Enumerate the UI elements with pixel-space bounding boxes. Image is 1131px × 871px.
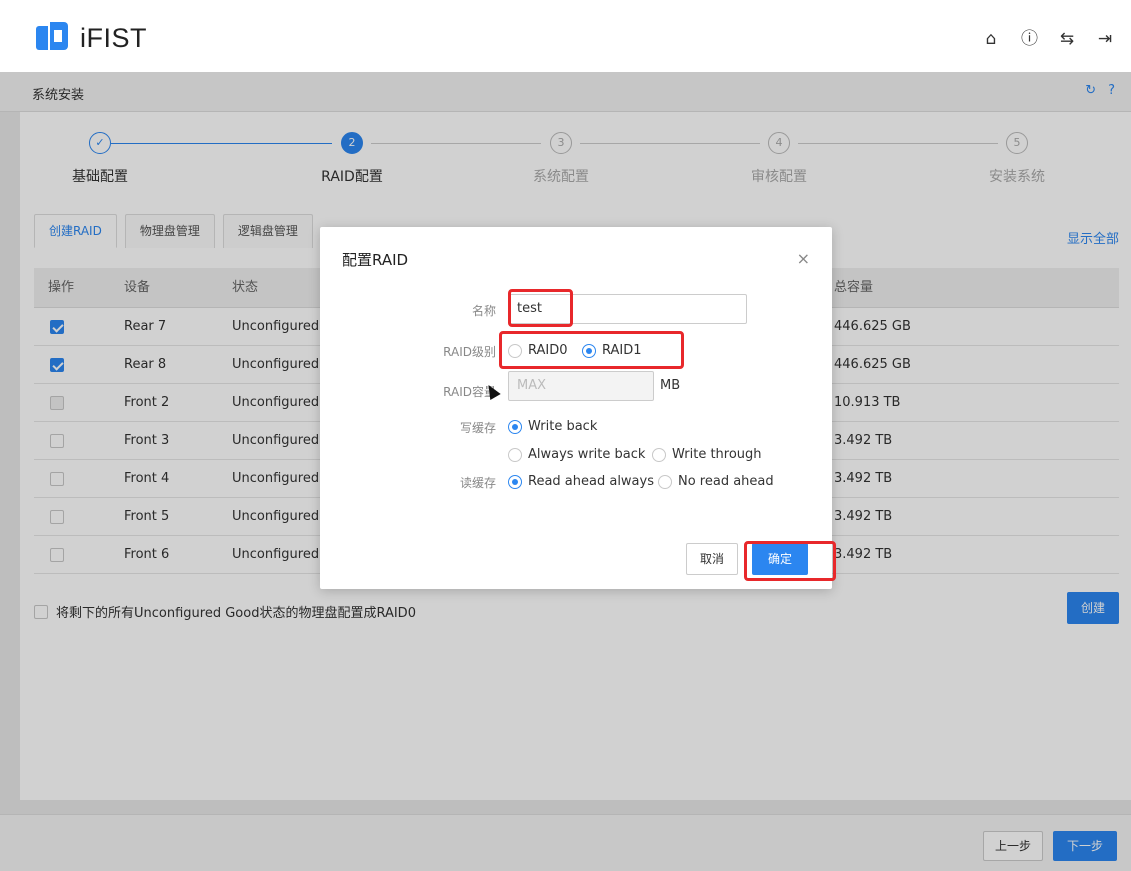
logout-icon[interactable]: ⇥ (1097, 30, 1113, 48)
home-icon[interactable]: ⌂ (983, 30, 999, 48)
write-cache-label: 写缓存 (459, 421, 496, 435)
raid-capacity-input: MAX (508, 371, 654, 401)
brand-logo: iFIST (36, 22, 147, 54)
radio-label: Always write back (528, 447, 646, 462)
write-back-radio[interactable]: Write back (508, 419, 597, 434)
write-through-radio[interactable]: Write through (652, 447, 762, 462)
cancel-button[interactable]: 取消 (686, 543, 738, 575)
radio-dot (658, 474, 672, 489)
radio-label: Write through (672, 447, 762, 462)
radio-label: Read ahead always (528, 474, 654, 489)
header-actions: ⌂ ⓘ ⇆ ⇥ (983, 30, 1113, 48)
raid-level-label: RAID级别 (443, 345, 496, 359)
read-ahead-always-radio[interactable]: Read ahead always (508, 474, 654, 489)
radio-dot (508, 447, 522, 462)
read-cache-label: 读缓存 (459, 476, 496, 490)
configure-raid-dialog: 配置RAID × 名称 test RAID级别 RAID0 RAID1 RAID… (320, 227, 832, 589)
capacity-unit: MB (660, 378, 681, 393)
close-icon[interactable]: × (797, 249, 810, 268)
language-icon[interactable]: ⇆ (1059, 30, 1075, 48)
radio-label: No read ahead (678, 474, 774, 489)
brand-name: iFIST (80, 22, 147, 53)
radio-label: Write back (528, 419, 598, 434)
dialog-title: 配置RAID (342, 251, 409, 269)
no-read-ahead-radio[interactable]: No read ahead (658, 474, 774, 489)
highlight-confirm (744, 541, 836, 581)
radio-dot (652, 447, 666, 462)
info-icon[interactable]: ⓘ (1021, 30, 1038, 48)
highlight-name (508, 289, 573, 327)
raid-capacity-label: RAID容量 (443, 385, 496, 399)
name-label: 名称 (471, 304, 496, 318)
radio-dot (508, 419, 522, 434)
logo-icon (36, 22, 68, 54)
top-bar: iFIST ⌂ ⓘ ⇆ ⇥ (0, 0, 1131, 72)
highlight-raid-level (499, 331, 684, 369)
radio-dot (508, 474, 522, 489)
always-write-back-radio[interactable]: Always write back (508, 447, 645, 462)
